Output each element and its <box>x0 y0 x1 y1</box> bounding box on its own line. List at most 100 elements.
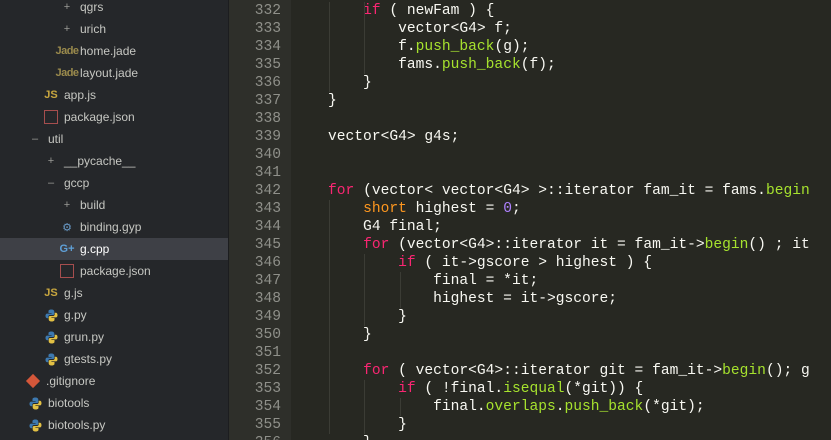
code-line[interactable]: 341 <box>229 164 831 182</box>
sidebar-item[interactable]: g.py <box>0 304 228 326</box>
line-number: 342 <box>254 183 281 199</box>
indent-guide <box>399 398 401 416</box>
code-token: ( !final. <box>415 381 504 397</box>
sidebar-item[interactable]: biotools.py <box>0 414 228 436</box>
python-file-icon <box>44 352 58 366</box>
code-token: for <box>363 363 390 379</box>
sidebar-item[interactable]: + urich <box>0 18 228 40</box>
line-number: 344 <box>254 219 281 235</box>
code-line[interactable]: 349 } <box>229 308 831 326</box>
line-number: 352 <box>254 363 281 379</box>
code-token: 0 <box>503 201 512 217</box>
code-line[interactable]: 347 final = *it; <box>229 272 831 290</box>
code-line[interactable]: 339 vector<G4> g4s; <box>229 128 831 146</box>
minus-icon: – <box>31 133 39 145</box>
python-file-icon <box>44 330 58 344</box>
plus-icon: + <box>63 1 71 13</box>
sidebar-item[interactable]: + __pycache__ <box>0 150 228 172</box>
code-text: highest = it->gscore; <box>293 290 617 308</box>
sidebar-item[interactable]: .gitignore <box>0 370 228 392</box>
line-number: 350 <box>254 327 281 343</box>
code-text: for (vector<G4>::iterator it = fam_it->b… <box>293 236 810 254</box>
code-text: } <box>293 74 372 92</box>
code-token: (); g <box>765 363 810 379</box>
sidebar-item[interactable]: Jade home.jade <box>0 40 228 62</box>
line-number: 338 <box>254 111 281 127</box>
sidebar-item[interactable]: – gccp <box>0 172 228 194</box>
code-token: . <box>555 399 565 415</box>
sidebar-item[interactable]: ⚙ binding.gyp <box>0 216 228 238</box>
code-line[interactable]: 350 } <box>229 326 831 344</box>
code-line[interactable]: 346 if ( it->gscore > highest ) { <box>229 254 831 272</box>
code-token: } <box>293 309 407 325</box>
code-line[interactable]: 355 } <box>229 416 831 434</box>
sidebar-item-label: biotools.py <box>48 418 106 432</box>
sidebar-item[interactable]: Jade layout.jade <box>0 62 228 84</box>
code-token: overlaps <box>485 399 556 415</box>
code-token: for <box>328 183 355 199</box>
line-number: 355 <box>254 417 281 433</box>
code-line[interactable]: 354 final.overlaps.push_back(*git); <box>229 398 831 416</box>
code-line[interactable]: 356 } <box>229 434 831 440</box>
sidebar-item[interactable]: G+ g.cpp <box>0 238 228 260</box>
jade-file-icon: Jade <box>55 45 79 57</box>
sidebar-item[interactable]: package.json <box>0 260 228 282</box>
sidebar-item[interactable]: gtests.py <box>0 348 228 370</box>
code-line[interactable]: 337 } <box>229 92 831 110</box>
code-token: (*git)) { <box>564 381 644 397</box>
sidebar-item-label: build <box>80 198 106 212</box>
code-text: fams.push_back(f); <box>293 56 556 74</box>
code-text: } <box>293 308 407 326</box>
sidebar-item[interactable]: JS g.js <box>0 282 228 304</box>
code-token: isequal <box>503 381 565 397</box>
code-line[interactable]: 344 G4 final; <box>229 218 831 236</box>
code-line[interactable]: 353 if ( !final.isequal(*git)) { <box>229 380 831 398</box>
sidebar-item-label: gtests.py <box>64 352 113 366</box>
code-token: } <box>293 93 337 109</box>
code-line[interactable]: 336 } <box>229 74 831 92</box>
code-line[interactable]: 338 <box>229 110 831 128</box>
sidebar-item[interactable]: biotools <box>0 392 228 414</box>
plus-icon: + <box>47 155 55 167</box>
code-text: } <box>293 92 337 110</box>
json-file-icon <box>44 110 58 124</box>
sidebar-item-label: g.py <box>64 308 87 322</box>
code-line[interactable]: 348 highest = it->gscore; <box>229 290 831 308</box>
code-line[interactable]: 352 for ( vector<G4>::iterator git = fam… <box>229 362 831 380</box>
sidebar-item-label: app.js <box>64 88 97 102</box>
code-editor[interactable]: 332 if ( newFam ) {333 vector<G4> f; 334 … <box>229 0 831 440</box>
code-line[interactable]: 345 for (vector<G4>::iterator it = fam_i… <box>229 236 831 254</box>
plus-icon: + <box>63 23 71 35</box>
sidebar-item[interactable]: – util <box>0 128 228 150</box>
sidebar-item[interactable]: grun.py <box>0 326 228 348</box>
code-token: vector<G4> f; <box>293 21 512 37</box>
line-number: 337 <box>254 93 281 109</box>
code-line[interactable]: 334 f.push_back(g); <box>229 38 831 56</box>
sidebar-item[interactable]: + build <box>0 194 228 216</box>
file-tree-sidebar[interactable]: + qgrs + urich Jade home.jade Jade layout.jade J… <box>0 0 229 440</box>
sidebar-item[interactable]: package.json <box>0 106 228 128</box>
indent-guide <box>364 254 366 326</box>
code-line[interactable]: 343 short highest = 0; <box>229 200 831 218</box>
code-line[interactable]: 342 for (vector< vector<G4> >::iterator … <box>229 182 831 200</box>
code-token: } <box>293 435 372 440</box>
sidebar-item[interactable]: JS app.js <box>0 84 228 106</box>
indent-guide <box>399 272 401 308</box>
code-token: short <box>363 201 407 217</box>
code-line[interactable]: 335 fams.push_back(f); <box>229 56 831 74</box>
code-token: ( newFam ) { <box>380 3 495 19</box>
line-number: 340 <box>254 147 281 163</box>
code-token: (f); <box>520 57 556 73</box>
line-number: 334 <box>254 39 281 55</box>
code-token: begin <box>704 237 749 253</box>
sidebar-item[interactable]: + qgrs <box>0 0 228 18</box>
code-token: begin <box>722 363 766 379</box>
code-line[interactable]: 351 <box>229 344 831 362</box>
code-line[interactable]: 332 if ( newFam ) { <box>229 2 831 20</box>
code-token: highest = <box>406 201 504 217</box>
cpp-file-icon: G+ <box>59 243 75 255</box>
line-number: 335 <box>254 57 281 73</box>
code-line[interactable]: 340 <box>229 146 831 164</box>
code-line[interactable]: 333 vector<G4> f; <box>229 20 831 38</box>
